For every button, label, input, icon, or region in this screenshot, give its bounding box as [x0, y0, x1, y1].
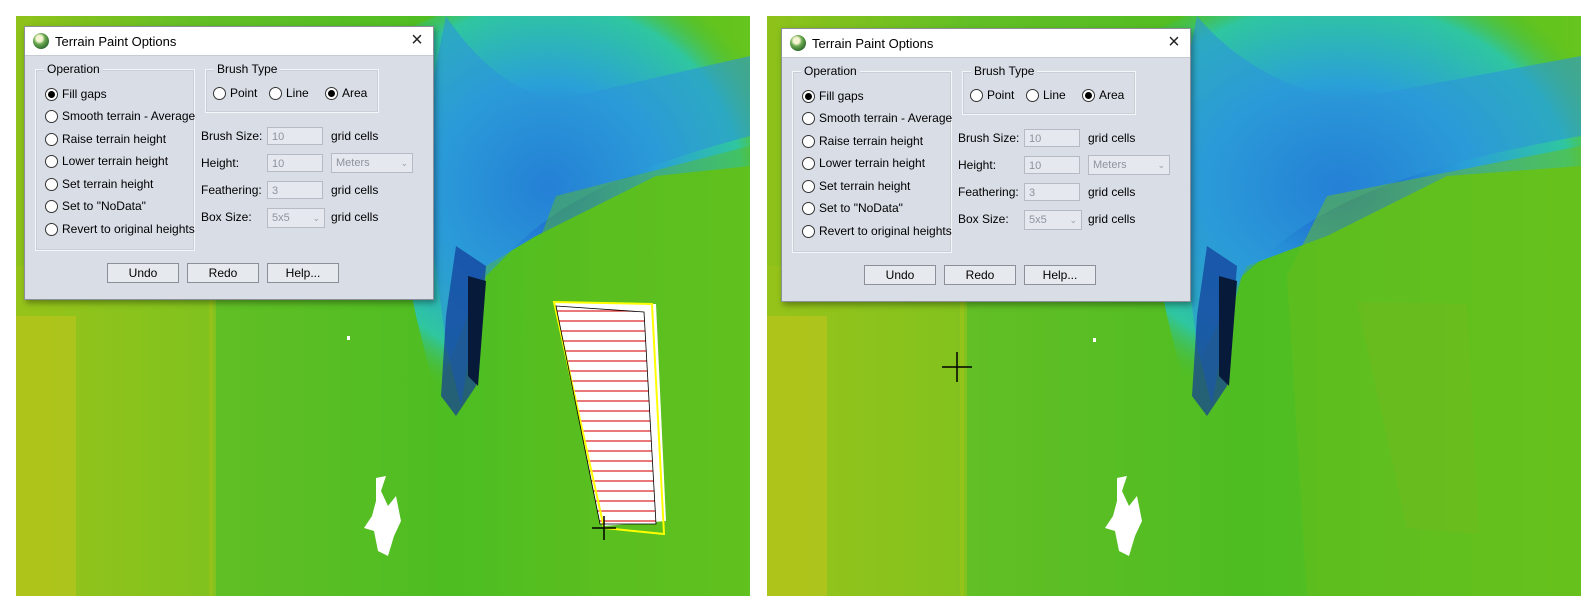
- radio-brush-area[interactable]: Area: [1082, 88, 1124, 102]
- brush-size-input[interactable]: 10: [1024, 129, 1080, 147]
- radio-set-terrain[interactable]: Set terrain height: [802, 179, 910, 193]
- operation-group-label: Operation: [44, 62, 103, 76]
- radio-set-terrain[interactable]: Set terrain height: [45, 177, 153, 191]
- radio-brush-area[interactable]: Area: [325, 86, 367, 100]
- dialog-title: Terrain Paint Options: [55, 34, 177, 49]
- height-input[interactable]: 10: [267, 154, 323, 172]
- height-label: Height:: [201, 156, 240, 170]
- box-size-select[interactable]: 5x5 ⌄: [1024, 210, 1082, 230]
- feathering-label: Feathering:: [958, 185, 1019, 199]
- radio-brush-point[interactable]: Point: [970, 88, 1014, 102]
- radio-brush-point[interactable]: Point: [213, 86, 257, 100]
- brush-size-unit: grid cells: [331, 129, 379, 143]
- radio-smooth-terrain[interactable]: Smooth terrain - Average: [45, 109, 195, 123]
- radio-button-checked[interactable]: [325, 86, 338, 100]
- chevron-down-icon: ⌄: [312, 213, 320, 223]
- radio-revert-heights[interactable]: Revert to original heights: [802, 224, 952, 238]
- terrain-paint-options-dialog: Terrain Paint Options × Operation Fill g…: [24, 26, 434, 300]
- close-icon[interactable]: ×: [1162, 31, 1186, 55]
- title-bar[interactable]: Terrain Paint Options ×: [25, 27, 433, 56]
- radio-brush-line[interactable]: Line: [1026, 88, 1066, 102]
- radio-button[interactable]: [970, 88, 983, 102]
- box-size-unit: grid cells: [331, 210, 379, 224]
- box-size-label: Box Size:: [958, 212, 1009, 226]
- radio-button[interactable]: [1026, 88, 1039, 102]
- radio-button[interactable]: [213, 86, 226, 100]
- title-bar[interactable]: Terrain Paint Options ×: [782, 29, 1190, 58]
- brush-type-group-label: Brush Type: [971, 64, 1038, 78]
- brush-type-group-label: Brush Type: [214, 62, 281, 76]
- radio-button[interactable]: [802, 224, 815, 238]
- app-icon: [790, 35, 806, 51]
- box-size-select[interactable]: 5x5 ⌄: [267, 208, 325, 228]
- feathering-label: Feathering:: [201, 183, 262, 197]
- radio-button[interactable]: [45, 109, 58, 123]
- dialog-title: Terrain Paint Options: [812, 36, 934, 51]
- radio-button-checked[interactable]: [1082, 88, 1095, 102]
- radio-raise-terrain[interactable]: Raise terrain height: [802, 134, 923, 148]
- radio-button[interactable]: [802, 156, 815, 170]
- radio-smooth-terrain[interactable]: Smooth terrain - Average: [802, 111, 952, 125]
- terrain-view-after[interactable]: Terrain Paint Options × Operation Fill g…: [767, 16, 1581, 596]
- height-label: Height:: [958, 158, 997, 172]
- radio-fill-gaps[interactable]: Fill gaps: [45, 87, 107, 101]
- radio-button[interactable]: [45, 132, 58, 146]
- radio-button[interactable]: [45, 222, 58, 236]
- feathering-input[interactable]: 3: [1024, 183, 1080, 201]
- brush-size-label: Brush Size:: [201, 129, 263, 143]
- radio-button[interactable]: [802, 111, 815, 125]
- radio-fill-gaps[interactable]: Fill gaps: [802, 89, 864, 103]
- radio-button-checked[interactable]: [802, 89, 815, 103]
- radio-button-checked[interactable]: [45, 87, 58, 101]
- radio-brush-line[interactable]: Line: [269, 86, 309, 100]
- help-button[interactable]: Help...: [1024, 265, 1096, 285]
- radio-button[interactable]: [269, 86, 282, 100]
- radio-button[interactable]: [802, 179, 815, 193]
- brush-size-input[interactable]: 10: [267, 127, 323, 145]
- chevron-down-icon: ⌄: [400, 158, 408, 168]
- height-unit-select[interactable]: Meters ⌄: [331, 153, 413, 173]
- feathering-input[interactable]: 3: [267, 181, 323, 199]
- radio-raise-terrain[interactable]: Raise terrain height: [45, 132, 166, 146]
- feathering-unit: grid cells: [1088, 185, 1136, 199]
- box-size-label: Box Size:: [201, 210, 252, 224]
- terrain-view-before[interactable]: Terrain Paint Options × Operation Fill g…: [16, 16, 750, 596]
- undo-button[interactable]: Undo: [864, 265, 936, 285]
- close-icon[interactable]: ×: [405, 29, 429, 53]
- chevron-down-icon: ⌄: [1069, 215, 1077, 225]
- radio-button[interactable]: [45, 154, 58, 168]
- height-unit-select[interactable]: Meters ⌄: [1088, 155, 1170, 175]
- radio-lower-terrain[interactable]: Lower terrain height: [802, 156, 925, 170]
- radio-revert-heights[interactable]: Revert to original heights: [45, 222, 195, 236]
- chevron-down-icon: ⌄: [1157, 160, 1165, 170]
- operation-group-label: Operation: [801, 64, 860, 78]
- app-icon: [33, 33, 49, 49]
- radio-button[interactable]: [45, 199, 58, 213]
- terrain-paint-options-dialog: Terrain Paint Options × Operation Fill g…: [781, 28, 1191, 302]
- brush-size-label: Brush Size:: [958, 131, 1020, 145]
- radio-set-nodata[interactable]: Set to "NoData": [45, 199, 146, 213]
- redo-button[interactable]: Redo: [187, 263, 259, 283]
- box-size-unit: grid cells: [1088, 212, 1136, 226]
- brush-size-unit: grid cells: [1088, 131, 1136, 145]
- height-input[interactable]: 10: [1024, 156, 1080, 174]
- radio-lower-terrain[interactable]: Lower terrain height: [45, 154, 168, 168]
- radio-button[interactable]: [802, 201, 815, 215]
- radio-set-nodata[interactable]: Set to "NoData": [802, 201, 903, 215]
- radio-button[interactable]: [802, 134, 815, 148]
- radio-button[interactable]: [45, 177, 58, 191]
- redo-button[interactable]: Redo: [944, 265, 1016, 285]
- feathering-unit: grid cells: [331, 183, 379, 197]
- undo-button[interactable]: Undo: [107, 263, 179, 283]
- help-button[interactable]: Help...: [267, 263, 339, 283]
